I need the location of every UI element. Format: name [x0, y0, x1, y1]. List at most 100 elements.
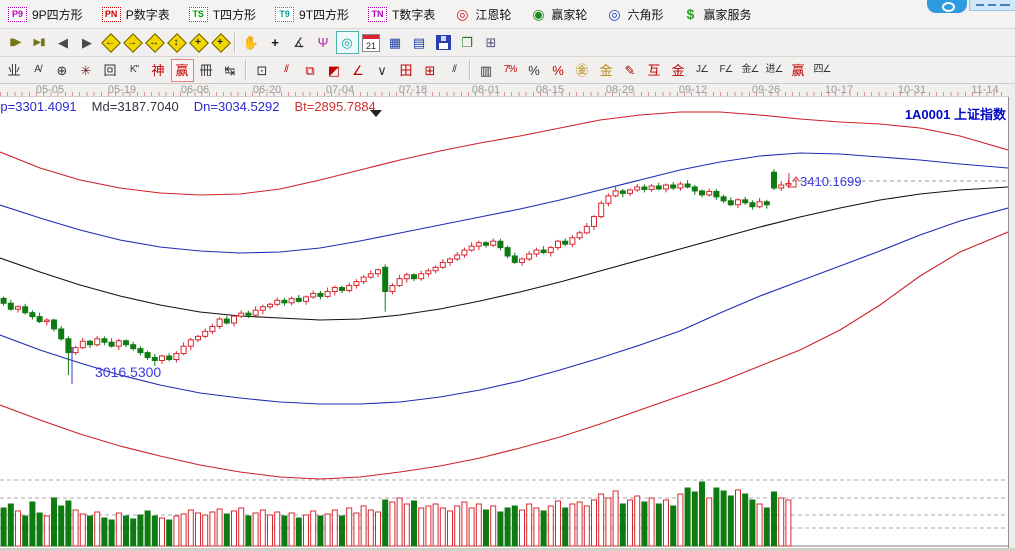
- menu-winner-wheel[interactable]: ◉赢家轮: [530, 6, 587, 23]
- floating-widget-button[interactable]: [927, 0, 967, 13]
- main-toolbar: ▮▶▶▮◀▶←→↔↕++✋+∡Ψ◎21▦▤❐⊞: [0, 29, 1015, 57]
- nav-end-icon[interactable]: ▶▮: [28, 31, 51, 54]
- draw-angle-lines-icon[interactable]: ∠: [347, 59, 370, 82]
- floating-widget-icon: [942, 2, 955, 12]
- draw-star-icon[interactable]: ✳: [75, 59, 98, 82]
- menu-t-square-label: T四方形: [213, 6, 256, 23]
- menu-t-square[interactable]: TST四方形: [189, 6, 256, 23]
- draw-box-tool-icon[interactable]: ⊡: [251, 59, 274, 82]
- notes-icon[interactable]: ▤: [408, 31, 431, 54]
- draw-pen-icon[interactable]: ✎: [619, 59, 642, 82]
- draw-pct-icon[interactable]: %: [523, 59, 546, 82]
- draw-bars-icon[interactable]: 业: [3, 59, 26, 82]
- menu-hexagon-icon: ◎: [606, 6, 622, 22]
- draw-square-spiral-icon[interactable]: 回: [99, 59, 122, 82]
- crosshair-tool-icon[interactable]: +: [264, 31, 287, 54]
- draw-zigzag-icon[interactable]: ∨: [371, 59, 394, 82]
- draw-pct-line-icon[interactable]: %: [547, 59, 570, 82]
- gann-shape-icon[interactable]: Ψ: [312, 31, 335, 54]
- menu-9p-square[interactable]: P9 9P四方形: [8, 6, 83, 23]
- draw-gold-angle-icon[interactable]: 金∠: [739, 59, 762, 82]
- nav-start-icon[interactable]: ▮▶: [4, 31, 27, 54]
- expand-all-icon-arrow: +: [195, 37, 201, 48]
- chart-canvas: 3410.16993016.5300: [0, 97, 1008, 548]
- draw-gold-red-icon[interactable]: 金: [667, 59, 690, 82]
- draw-grid2-icon[interactable]: ⊞: [419, 59, 442, 82]
- band-outer-lower-red: [0, 232, 1008, 479]
- hand-tool-icon[interactable]: ✋: [240, 31, 263, 54]
- draw-ying-box-icon[interactable]: 赢: [787, 59, 810, 82]
- save-icon[interactable]: [432, 31, 455, 54]
- toolbar-separator: [245, 60, 247, 80]
- shift-left-icon[interactable]: ←: [100, 32, 121, 53]
- date-tick: 10-31: [892, 84, 932, 96]
- price-chart[interactable]: Up=3301.4091Md=3187.7040Dn=3034.5292Bt=2…: [0, 97, 1009, 548]
- band-middle-black: [0, 187, 1008, 320]
- draw-jin-angle-icon[interactable]: 进∠: [763, 59, 786, 82]
- calculator-icon[interactable]: ▦: [384, 31, 407, 54]
- shift-left-icon-arrow: ←: [105, 37, 115, 48]
- draw-grid-ruler-icon[interactable]: 冊: [195, 59, 218, 82]
- shift-right-icon-arrow: →: [127, 37, 137, 48]
- menu-9t-square[interactable]: T9 9T四方形: [275, 6, 349, 23]
- menu-gann-wheel[interactable]: ◎江恩轮: [454, 6, 511, 23]
- menu-hexagon-label: 六角形: [627, 6, 663, 23]
- expand-all-icon[interactable]: +: [188, 32, 209, 53]
- draw-gold-circle-icon[interactable]: ㊎: [571, 59, 594, 82]
- fit-all-icon[interactable]: +: [210, 32, 231, 53]
- draw-hu-lines-icon[interactable]: 互: [643, 59, 666, 82]
- date-tick: 07-04: [320, 84, 360, 96]
- date-tick: 09-12: [673, 84, 713, 96]
- calendar-icon[interactable]: 21: [360, 31, 383, 54]
- menu-hexagon[interactable]: ◎ 六角形: [606, 6, 663, 23]
- draw-parallel-icon[interactable]: //: [443, 59, 466, 82]
- draw-circle-cross-icon[interactable]: ⊕: [51, 59, 74, 82]
- draw-gann-box-icon[interactable]: ⧉: [299, 59, 322, 82]
- draw-a-line-icon[interactable]: A/: [27, 59, 50, 82]
- draw-7pct-icon[interactable]: 7%: [499, 59, 522, 82]
- menu-9t-square-icon: T9: [275, 7, 294, 22]
- draw-gold-line-icon[interactable]: 金: [595, 59, 618, 82]
- menu-winner-service[interactable]: $赢家服务: [682, 6, 751, 23]
- angle-measure-icon[interactable]: ∡: [288, 31, 311, 54]
- floating-widget-label: [969, 0, 1015, 11]
- draw-gann-square-icon[interactable]: ◩: [323, 59, 346, 82]
- volume-gridlines: [0, 480, 1008, 528]
- right-margin-strip: [1009, 84, 1015, 548]
- menu-winner-wheel-icon: ◉: [530, 6, 546, 22]
- expand-h-icon[interactable]: ↔: [144, 32, 165, 53]
- menu-p-digit-table-icon: PN: [102, 7, 121, 22]
- draw-fan-lines-icon[interactable]: //: [275, 59, 298, 82]
- date-tick: 05-19: [102, 84, 142, 96]
- print-icon[interactable]: ⊞: [480, 31, 503, 54]
- expand-v-icon[interactable]: ↕: [166, 32, 187, 53]
- menu-bar: P9 9P四方形 PNP数字表 TST四方形 T9 9T四方形 TNT数字表 ◎江恩轮 ◉赢家轮…: [0, 0, 1015, 29]
- menu-9p-square-icon: P9: [8, 7, 27, 22]
- draw-kline-icon[interactable]: K": [123, 59, 146, 82]
- draw-shen-icon[interactable]: 神: [147, 59, 170, 82]
- draw-j-angle-icon[interactable]: J∠: [691, 59, 714, 82]
- draw-f-angle-icon[interactable]: F∠: [715, 59, 738, 82]
- wave-tool-icon[interactable]: ◎: [336, 31, 359, 54]
- save-icon-glyph: [436, 35, 451, 50]
- date-tick: 05-05: [30, 84, 70, 96]
- draw-hist-icon[interactable]: ▥: [475, 59, 498, 82]
- date-tick: 06-20: [247, 84, 287, 96]
- menu-p-digit-table[interactable]: PNP数字表: [102, 6, 170, 23]
- menu-t-digit-table[interactable]: TNT数字表: [368, 6, 435, 23]
- shift-right-icon[interactable]: →: [122, 32, 143, 53]
- candles-layer: [1, 169, 791, 375]
- draw-ying-icon[interactable]: 赢: [171, 59, 194, 82]
- low-price-text: 3016.5300: [95, 364, 161, 380]
- nav-prev-icon[interactable]: ◀: [52, 31, 75, 54]
- draw-grid-red-icon[interactable]: 田: [395, 59, 418, 82]
- menu-9p-square-label: 9P四方形: [32, 6, 83, 23]
- export-icon[interactable]: ❐: [456, 31, 479, 54]
- date-tick: 08-15: [530, 84, 570, 96]
- menu-t-digit-table-icon: TN: [368, 7, 387, 22]
- date-tick: 08-01: [466, 84, 506, 96]
- nav-next-icon[interactable]: ▶: [76, 31, 99, 54]
- menu-9t-square-label: 9T四方形: [299, 6, 349, 23]
- draw-si-angle-icon[interactable]: 四∠: [811, 59, 834, 82]
- draw-hspan-icon[interactable]: ↹: [219, 59, 242, 82]
